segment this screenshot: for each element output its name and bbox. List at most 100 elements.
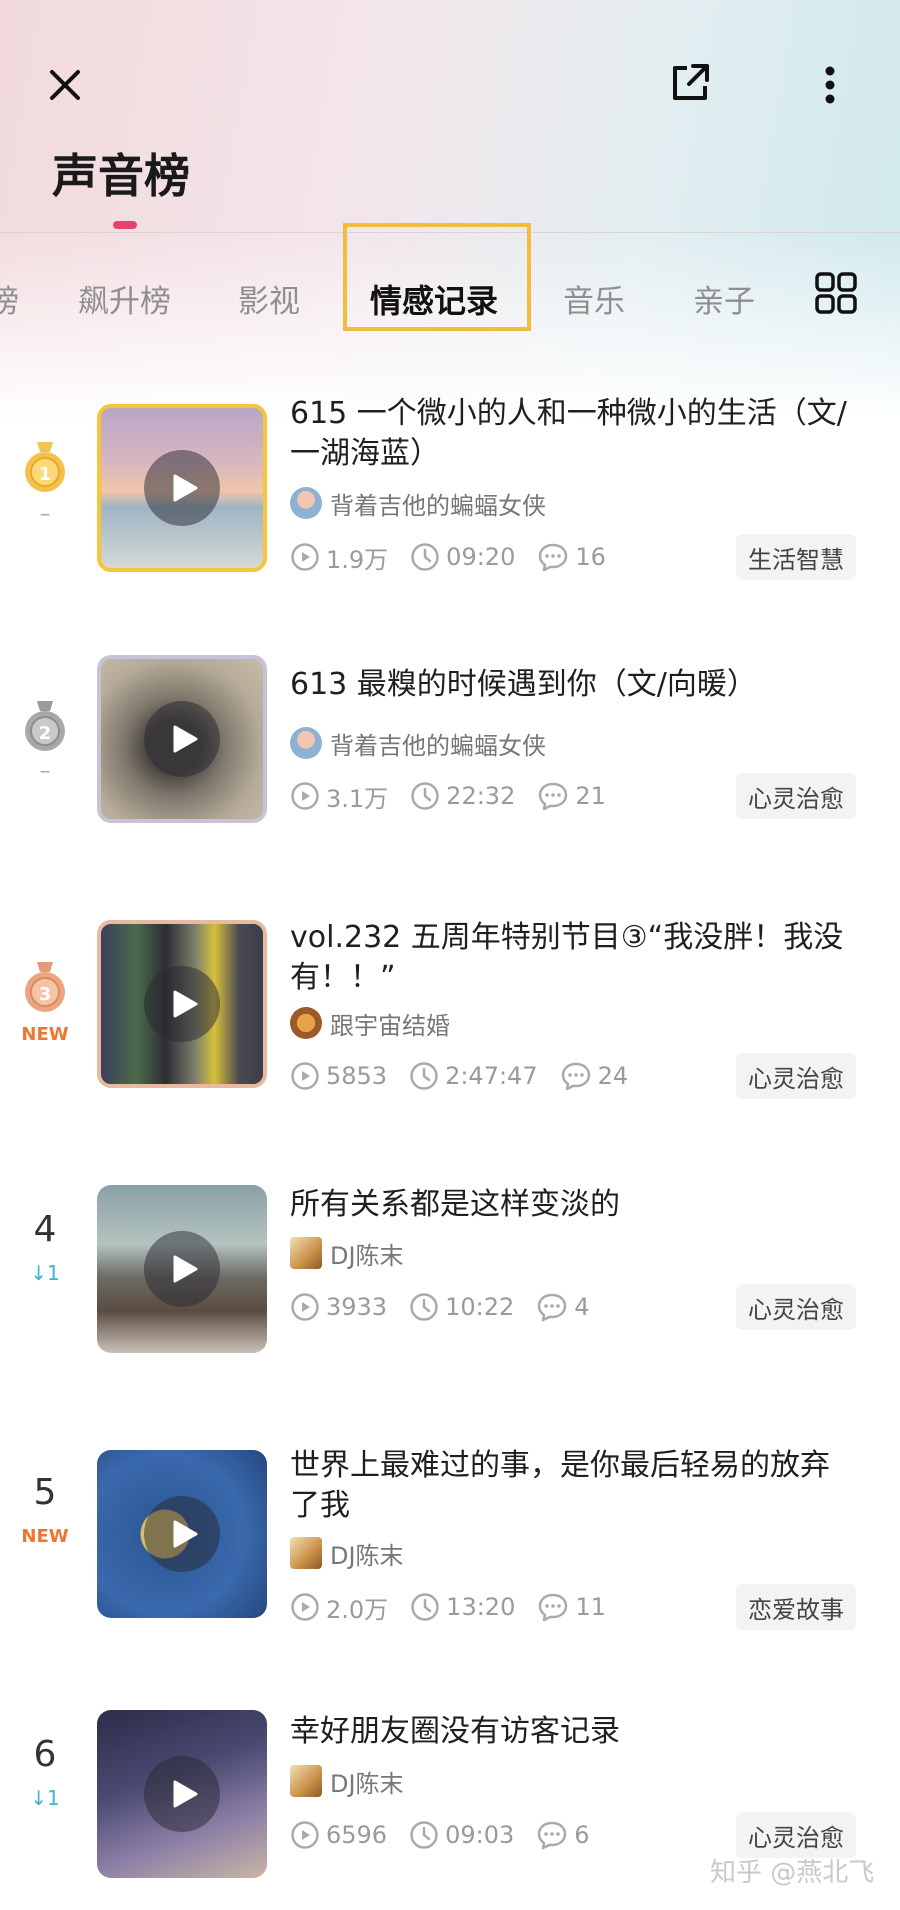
tab-parenting[interactable]: 亲子 (693, 276, 755, 321)
comment-count: 16 (537, 542, 606, 572)
silver-medal-icon: 2 (25, 701, 65, 751)
all-categories-button[interactable] (815, 272, 857, 314)
item-title[interactable]: 615 一个微小的人和一种微小的生活（文/一湖海蓝） (290, 394, 850, 474)
list-item[interactable]: 1 – 615 一个微小的人和一种微小的生活（文/一湖海蓝） 背着吉他的蝙蝠女侠… (0, 390, 900, 590)
new-badge: NEW (21, 1526, 69, 1547)
clock-icon (411, 543, 439, 571)
share-button[interactable] (665, 58, 715, 108)
rank-change: – (39, 502, 51, 527)
author-name: 背着吉他的蝙蝠女侠 (330, 491, 546, 520)
item-title[interactable]: vol.232 五周年特别节目③“我没胖！我没有！！” (290, 918, 850, 998)
author-name: 跟宇宙结婚 (330, 1011, 450, 1040)
avatar (290, 1537, 322, 1569)
category-tag[interactable]: 心灵治愈 (736, 1284, 856, 1330)
category-tag[interactable]: 心灵治愈 (736, 1053, 856, 1099)
watermark: 知乎 @燕北飞 (710, 1858, 875, 1888)
author-row[interactable]: DJ陈末 (290, 1236, 404, 1270)
grid-icon (815, 272, 857, 314)
page-title: 声音榜 (52, 149, 190, 203)
play-icon (173, 1255, 197, 1283)
clock-icon (410, 1062, 438, 1090)
comment-count: 6 (536, 1820, 590, 1850)
thumbnail-bench-couple[interactable] (97, 1185, 267, 1353)
play-icon (173, 1780, 197, 1808)
stats-row: 3.1万 22:32 21 (290, 779, 628, 813)
duration: 09:20 (410, 542, 515, 572)
play-icon (173, 474, 197, 502)
more-vertical-icon (825, 66, 835, 104)
list-item[interactable]: 5 NEW 世界上最难过的事，是你最后轻易的放弃了我 DJ陈末 2.0万 13:… (0, 1448, 900, 1650)
comment-icon (538, 1821, 567, 1850)
author-row[interactable]: DJ陈末 (290, 1536, 404, 1570)
stats-row: 6596 09:03 6 (290, 1818, 612, 1852)
stats-row: 1.9万 09:20 16 (290, 540, 628, 574)
item-title[interactable]: 幸好朋友圈没有访客记录 (290, 1712, 850, 1752)
comment-count: 11 (537, 1592, 606, 1622)
item-title[interactable]: 所有关系都是这样变淡的 (290, 1185, 850, 1225)
tab-film[interactable]: 影视 (238, 276, 300, 321)
play-button[interactable] (144, 701, 220, 777)
play-count-icon (291, 1593, 319, 1621)
comment-icon (539, 782, 568, 811)
play-button[interactable] (144, 1496, 220, 1572)
thumbnail-night-room[interactable] (97, 1710, 267, 1878)
play-icon (173, 725, 197, 753)
rank-change: ↓1 (30, 1261, 60, 1285)
duration: 2:47:47 (409, 1061, 538, 1091)
play-count: 3.1万 (290, 779, 388, 814)
category-tag[interactable]: 心灵治愈 (736, 773, 856, 819)
more-options-button[interactable] (805, 58, 855, 112)
play-count-icon (291, 1293, 319, 1321)
item-title[interactable]: 世界上最难过的事，是你最后轻易的放弃了我 (290, 1446, 850, 1526)
tab-music[interactable]: 音乐 (563, 276, 625, 321)
play-count-icon (291, 782, 319, 810)
play-button[interactable] (144, 1231, 220, 1307)
close-button[interactable] (40, 60, 90, 110)
play-button[interactable] (144, 966, 220, 1042)
duration: 09:03 (409, 1820, 514, 1850)
tab-partial[interactable]: 榜 (0, 276, 19, 321)
comment-icon (539, 543, 568, 572)
clock-icon (410, 1821, 438, 1849)
avatar (290, 487, 322, 519)
author-row[interactable]: 背着吉他的蝙蝠女侠 (290, 486, 546, 520)
author-row[interactable]: DJ陈末 (290, 1764, 404, 1798)
avatar (290, 1007, 322, 1039)
active-tab-highlight (343, 223, 531, 331)
list-item[interactable]: 3 NEW vol.232 五周年特别节目③“我没胖！我没有！！” 跟宇宙结婚 … (0, 920, 900, 1120)
clock-icon (410, 1293, 438, 1321)
comment-count: 24 (560, 1061, 628, 1091)
close-icon (50, 70, 80, 100)
duration: 13:20 (410, 1592, 515, 1622)
category-tag[interactable]: 生活智慧 (736, 534, 856, 580)
duration: 22:32 (410, 781, 515, 811)
stats-row: 5853 2:47:47 24 (290, 1059, 650, 1093)
bronze-medal-icon: 3 (25, 962, 65, 1012)
thumbnail-sunset-sea[interactable] (97, 404, 267, 572)
play-button[interactable] (144, 450, 220, 526)
rank-number: 6 (33, 1734, 57, 1775)
thumbnail-moon[interactable] (97, 1450, 267, 1618)
thumbnail-flower-shadow[interactable] (97, 655, 267, 823)
comment-icon (539, 1593, 568, 1622)
clock-icon (411, 782, 439, 810)
comment-count: 4 (536, 1292, 590, 1322)
list-item[interactable]: 4 ↓1 所有关系都是这样变淡的 DJ陈末 3933 10:22 4 心灵治愈 (0, 1185, 900, 1385)
avatar (290, 727, 322, 759)
thumbnail-anniversary[interactable] (97, 920, 267, 1088)
author-name: 背着吉他的蝙蝠女侠 (330, 731, 546, 760)
play-button[interactable] (144, 1756, 220, 1832)
item-title[interactable]: 613 最糗的时候遇到你（文/向暖） (290, 665, 850, 705)
duration: 10:22 (409, 1292, 514, 1322)
play-count-icon (291, 543, 319, 571)
tab-rising[interactable]: 飙升榜 (78, 276, 171, 321)
rank-number: 4 (33, 1209, 57, 1250)
rank-number: 5 (33, 1472, 57, 1513)
list-item[interactable]: 2 – 613 最糗的时候遇到你（文/向暖） 背着吉他的蝙蝠女侠 3.1万 22… (0, 655, 900, 855)
comment-icon (561, 1062, 590, 1091)
author-row[interactable]: 背着吉他的蝙蝠女侠 (290, 726, 546, 760)
avatar (290, 1237, 322, 1269)
author-row[interactable]: 跟宇宙结婚 (290, 1006, 450, 1040)
play-count: 3933 (290, 1292, 387, 1322)
category-tag[interactable]: 恋爱故事 (736, 1584, 856, 1630)
